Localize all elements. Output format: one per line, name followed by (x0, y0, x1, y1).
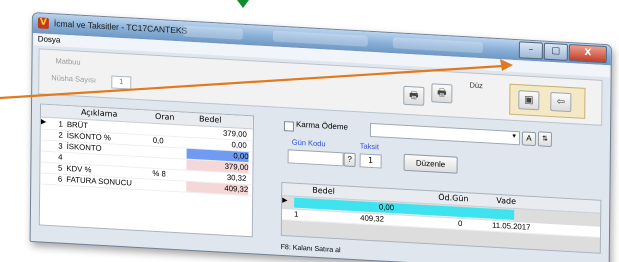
installments-panel: Karma Ödeme ▾ A ⇅ Gün Kodu Taksit ? 1 Dü… (280, 117, 602, 260)
gun-kodu-label: Gün Kodu (291, 137, 326, 149)
col-bedel: Bedel (198, 114, 222, 125)
save-button[interactable]: ▣ (518, 90, 540, 111)
matbuu-label: Matbuu (55, 56, 81, 67)
row-number: 2 (58, 130, 63, 140)
col-od-gun: Öd.Gün (438, 192, 469, 204)
title-bar-blur (182, 25, 243, 40)
row-amount: 409,32 (360, 213, 385, 224)
row-number: 4 (58, 152, 63, 162)
duzenle-button[interactable]: Düzenle (403, 153, 458, 174)
exit-button[interactable]: ⇦ (550, 91, 572, 113)
row-desc: İSKONTO (66, 141, 102, 153)
marker-triangle-icon (237, 0, 249, 8)
row-desc: KDV % (66, 163, 92, 175)
sort-button[interactable]: ⇅ (537, 131, 553, 148)
print-button[interactable]: 🖶 (403, 85, 425, 106)
chevron-down-icon: ▾ (512, 131, 516, 141)
screenshot: V İcmal ve Taksitler - TC17CANTEKS – □ X… (0, 0, 619, 262)
duz-label: Düz (469, 80, 483, 91)
row-number: 5 (57, 163, 63, 173)
row-amount: 409,32 (186, 181, 249, 196)
title-bar-blur (272, 30, 368, 47)
app-window: V İcmal ve Taksitler - TC17CANTEKS – □ X… (29, 12, 612, 262)
row-desc: BRÜT (66, 119, 89, 131)
a-button[interactable]: A (521, 131, 537, 147)
nusha-input[interactable]: 1 (111, 75, 132, 90)
taksit-input[interactable]: 1 (359, 153, 382, 169)
col-aciklama: Açıklama (80, 107, 118, 119)
hint-text: F8: Kalanı Satıra al (280, 243, 341, 255)
printer-settings-icon: 🖶 (437, 87, 447, 100)
action-panel: ▣ ⇦ (509, 83, 586, 119)
window-title: İcmal ve Taksitler - TC17CANTEKS (53, 18, 188, 36)
col-oran: Oran (154, 111, 175, 122)
gun-kodu-input[interactable] (287, 149, 344, 167)
taksit-label: Taksit (359, 141, 379, 152)
title-bar-blur (392, 37, 483, 54)
window-controls: – □ X (518, 41, 607, 64)
summary-grid: Açıklama Oran Bedel ▶ 1 BRÜT 379,00 2 İS… (38, 103, 255, 238)
col-bedel: Bedel (312, 185, 335, 196)
row-indicator-icon: ▶ (282, 195, 288, 205)
row-days: 0 (457, 218, 463, 229)
minimize-button[interactable]: – (518, 41, 543, 60)
payment-type-select[interactable]: ▾ (369, 122, 521, 146)
exit-door-icon: ⇦ (556, 96, 566, 108)
karma-odeme-checkbox[interactable] (283, 121, 294, 132)
row-number: 3 (58, 141, 63, 151)
row-rate: 0,0 (152, 135, 164, 146)
col-vade: Vade (496, 195, 517, 207)
row-number: 1 (58, 119, 63, 129)
row-rate: % 8 (152, 168, 166, 179)
menu-file[interactable]: Dosya (38, 34, 61, 44)
karma-odeme-label: Karma Ödeme (295, 119, 349, 132)
row-number: 6 (57, 174, 63, 184)
row-due: 11.05.2017 (491, 220, 531, 232)
row-number: 1 (293, 209, 299, 219)
app-icon: V (37, 17, 49, 29)
installments-grid: Bedel Öd.Gün Vade ▶ 0,00 1 409,32 0 11.0… (280, 181, 602, 254)
save-icon: ▣ (524, 94, 534, 107)
help-button[interactable]: ? (343, 152, 356, 168)
print-settings-button[interactable]: 🖶 (431, 83, 453, 104)
maximize-button[interactable]: □ (543, 42, 568, 61)
printer-icon: 🖶 (409, 90, 419, 102)
nusha-label: Nüsha Sayısı (51, 73, 96, 85)
close-button[interactable]: X (568, 44, 607, 64)
sort-icon: ⇅ (541, 135, 548, 143)
